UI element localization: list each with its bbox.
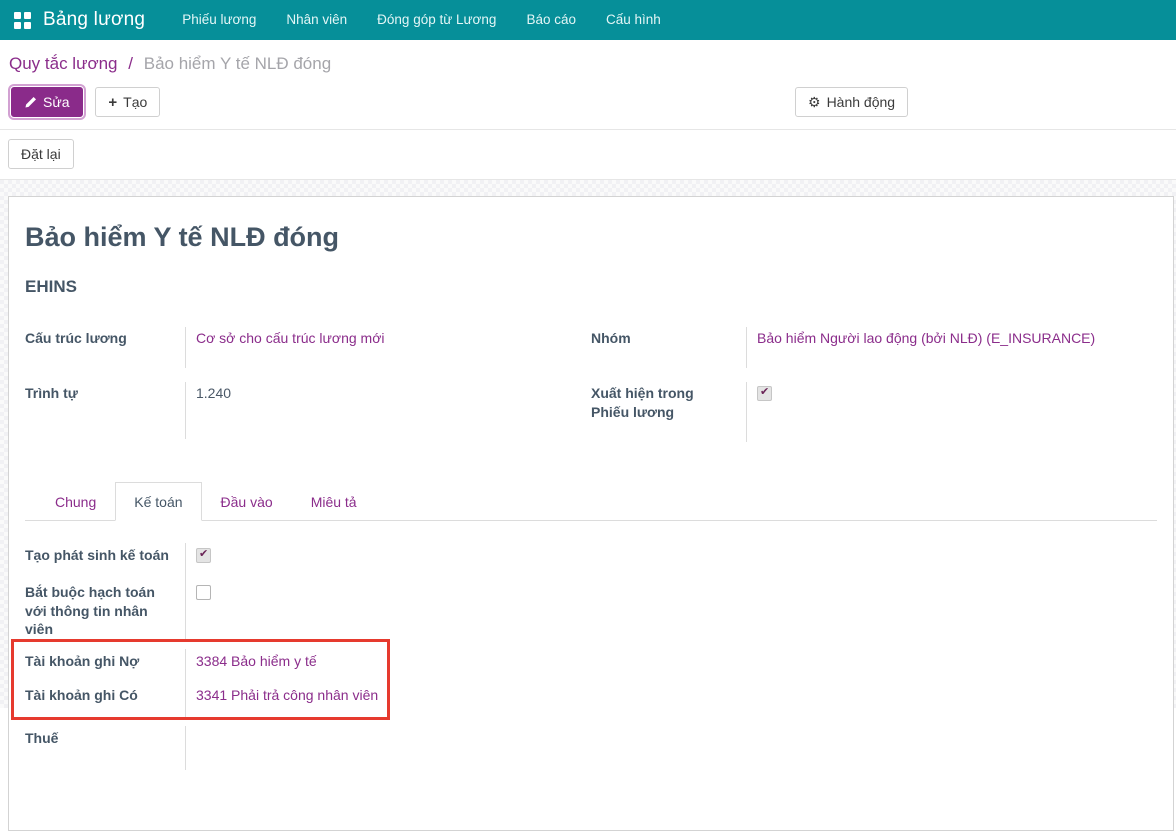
- action-menu-label: Hành động: [826, 94, 896, 110]
- appears-on-payslip-checkbox[interactable]: [757, 385, 772, 401]
- category-value[interactable]: Bảo hiểm Người lao động (bởi NLĐ) (E_INS…: [757, 330, 1095, 346]
- plus-icon: +: [108, 93, 118, 111]
- credit-account-value[interactable]: 3341 Phải trả công nhân viên: [196, 687, 378, 703]
- header-field-group: Cấu trúc lương Cơ sở cho cấu trúc lương …: [25, 327, 1157, 456]
- menu-configuration[interactable]: Cấu hình: [591, 0, 676, 40]
- field-salary-structure: Cấu trúc lương Cơ sở cho cấu trúc lương …: [25, 327, 591, 368]
- generate-entries-label: Tạo phát sinh kế toán: [25, 546, 169, 563]
- apps-grid-icon[interactable]: [14, 11, 31, 29]
- sequence-label: Trình tự: [25, 384, 78, 401]
- control-panel-row1: Sửa + Tạo ⚙ Hành động: [0, 82, 1176, 130]
- field-force-employee-account: Bắt buộc hạch toán với thông tin nhân vi…: [25, 579, 1157, 640]
- salary-structure-value[interactable]: Cơ sở cho cấu trúc lương mới: [196, 330, 384, 346]
- field-debit-account: Tài khoản ghi Nợ 3384 Bảo hiểm y tế: [25, 649, 387, 684]
- record-code: EHINS: [25, 277, 77, 296]
- menu-payslips[interactable]: Phiếu lương: [167, 0, 271, 40]
- field-generate-entries: Tạo phát sinh kế toán: [25, 542, 1157, 580]
- action-menu-button[interactable]: ⚙ Hành động: [795, 87, 909, 117]
- force-employee-account-checkbox[interactable]: [196, 584, 211, 600]
- debit-account-label: Tài khoản ghi Nợ: [25, 653, 140, 670]
- menu-salary-contributions[interactable]: Đóng góp từ Lương: [362, 0, 511, 40]
- sequence-value: 1.240: [185, 381, 591, 439]
- tab-accounting[interactable]: Kế toán: [115, 481, 202, 521]
- breadcrumb-parent-link[interactable]: Quy tắc lương: [9, 54, 118, 73]
- tax-value: [185, 726, 1157, 771]
- field-column-right: Nhóm Bảo hiểm Người lao động (bởi NLĐ) (…: [591, 327, 1157, 456]
- gear-icon: ⚙: [808, 94, 821, 110]
- credit-account-label: Tài khoản ghi Có: [25, 687, 138, 704]
- app-brand[interactable]: Bảng lương: [43, 9, 145, 31]
- tab-inputs[interactable]: Đầu vào: [202, 482, 292, 521]
- category-label: Nhóm: [591, 330, 631, 346]
- reset-button-label: Đặt lại: [21, 146, 61, 162]
- field-tax: Thuế: [25, 726, 1157, 771]
- field-credit-account: Tài khoản ghi Có 3341 Phải trả công nhân…: [25, 683, 387, 718]
- field-appears-on-payslip: Xuất hiện trong Phiếu lương: [591, 381, 1157, 442]
- edit-button-label: Sửa: [43, 94, 70, 110]
- breadcrumb-separator: /: [128, 54, 133, 73]
- field-category: Nhóm Bảo hiểm Người lao động (bởi NLĐ) (…: [591, 327, 1157, 368]
- debit-account-value[interactable]: 3384 Bảo hiểm y tế: [196, 653, 317, 669]
- generate-entries-checkbox[interactable]: [196, 547, 211, 563]
- top-navbar: Bảng lương Phiếu lương Nhân viên Đóng gó…: [0, 0, 1176, 40]
- edit-button[interactable]: Sửa: [8, 84, 86, 120]
- red-highlight-annotation: Tài khoản ghi Nợ 3384 Bảo hiểm y tế Tài …: [11, 639, 390, 721]
- salary-structure-label: Cấu trúc lương: [25, 330, 127, 346]
- menu-reports[interactable]: Báo cáo: [511, 0, 591, 40]
- menu-employees[interactable]: Nhân viên: [271, 0, 362, 40]
- create-button[interactable]: + Tạo: [95, 87, 161, 117]
- record-form-sheet: Bảo hiểm Y tế NLĐ đóng EHINS Cấu trúc lư…: [8, 196, 1174, 831]
- field-sequence: Trình tự 1.240: [25, 381, 591, 439]
- tab-general[interactable]: Chung: [36, 482, 115, 521]
- tab-description[interactable]: Miêu tả: [292, 482, 376, 521]
- notebook-tabs: Chung Kế toán Đầu vào Miêu tả: [25, 481, 1157, 521]
- content-background: Bảo hiểm Y tế NLĐ đóng EHINS Cấu trúc lư…: [0, 180, 1176, 831]
- breadcrumb: Quy tắc lương / Bảo hiểm Y tế NLĐ đóng: [0, 40, 1176, 82]
- field-column-left: Cấu trúc lương Cơ sở cho cấu trúc lương …: [25, 327, 591, 456]
- record-title: Bảo hiểm Y tế NLĐ đóng: [25, 222, 340, 252]
- accounting-tab-content: Tạo phát sinh kế toán Bắt buộc hạch toán…: [11, 521, 1157, 771]
- reset-button[interactable]: Đặt lại: [8, 139, 74, 169]
- appears-on-payslip-label: Xuất hiện trong Phiếu lương: [591, 384, 694, 420]
- create-button-label: Tạo: [123, 94, 148, 110]
- control-panel-row2: Đặt lại: [0, 130, 1176, 180]
- force-employee-account-label: Bắt buộc hạch toán với thông tin nhân vi…: [25, 583, 155, 638]
- tax-label: Thuế: [25, 730, 59, 747]
- breadcrumb-current: Bảo hiểm Y tế NLĐ đóng: [143, 54, 332, 73]
- pencil-icon: [25, 96, 37, 108]
